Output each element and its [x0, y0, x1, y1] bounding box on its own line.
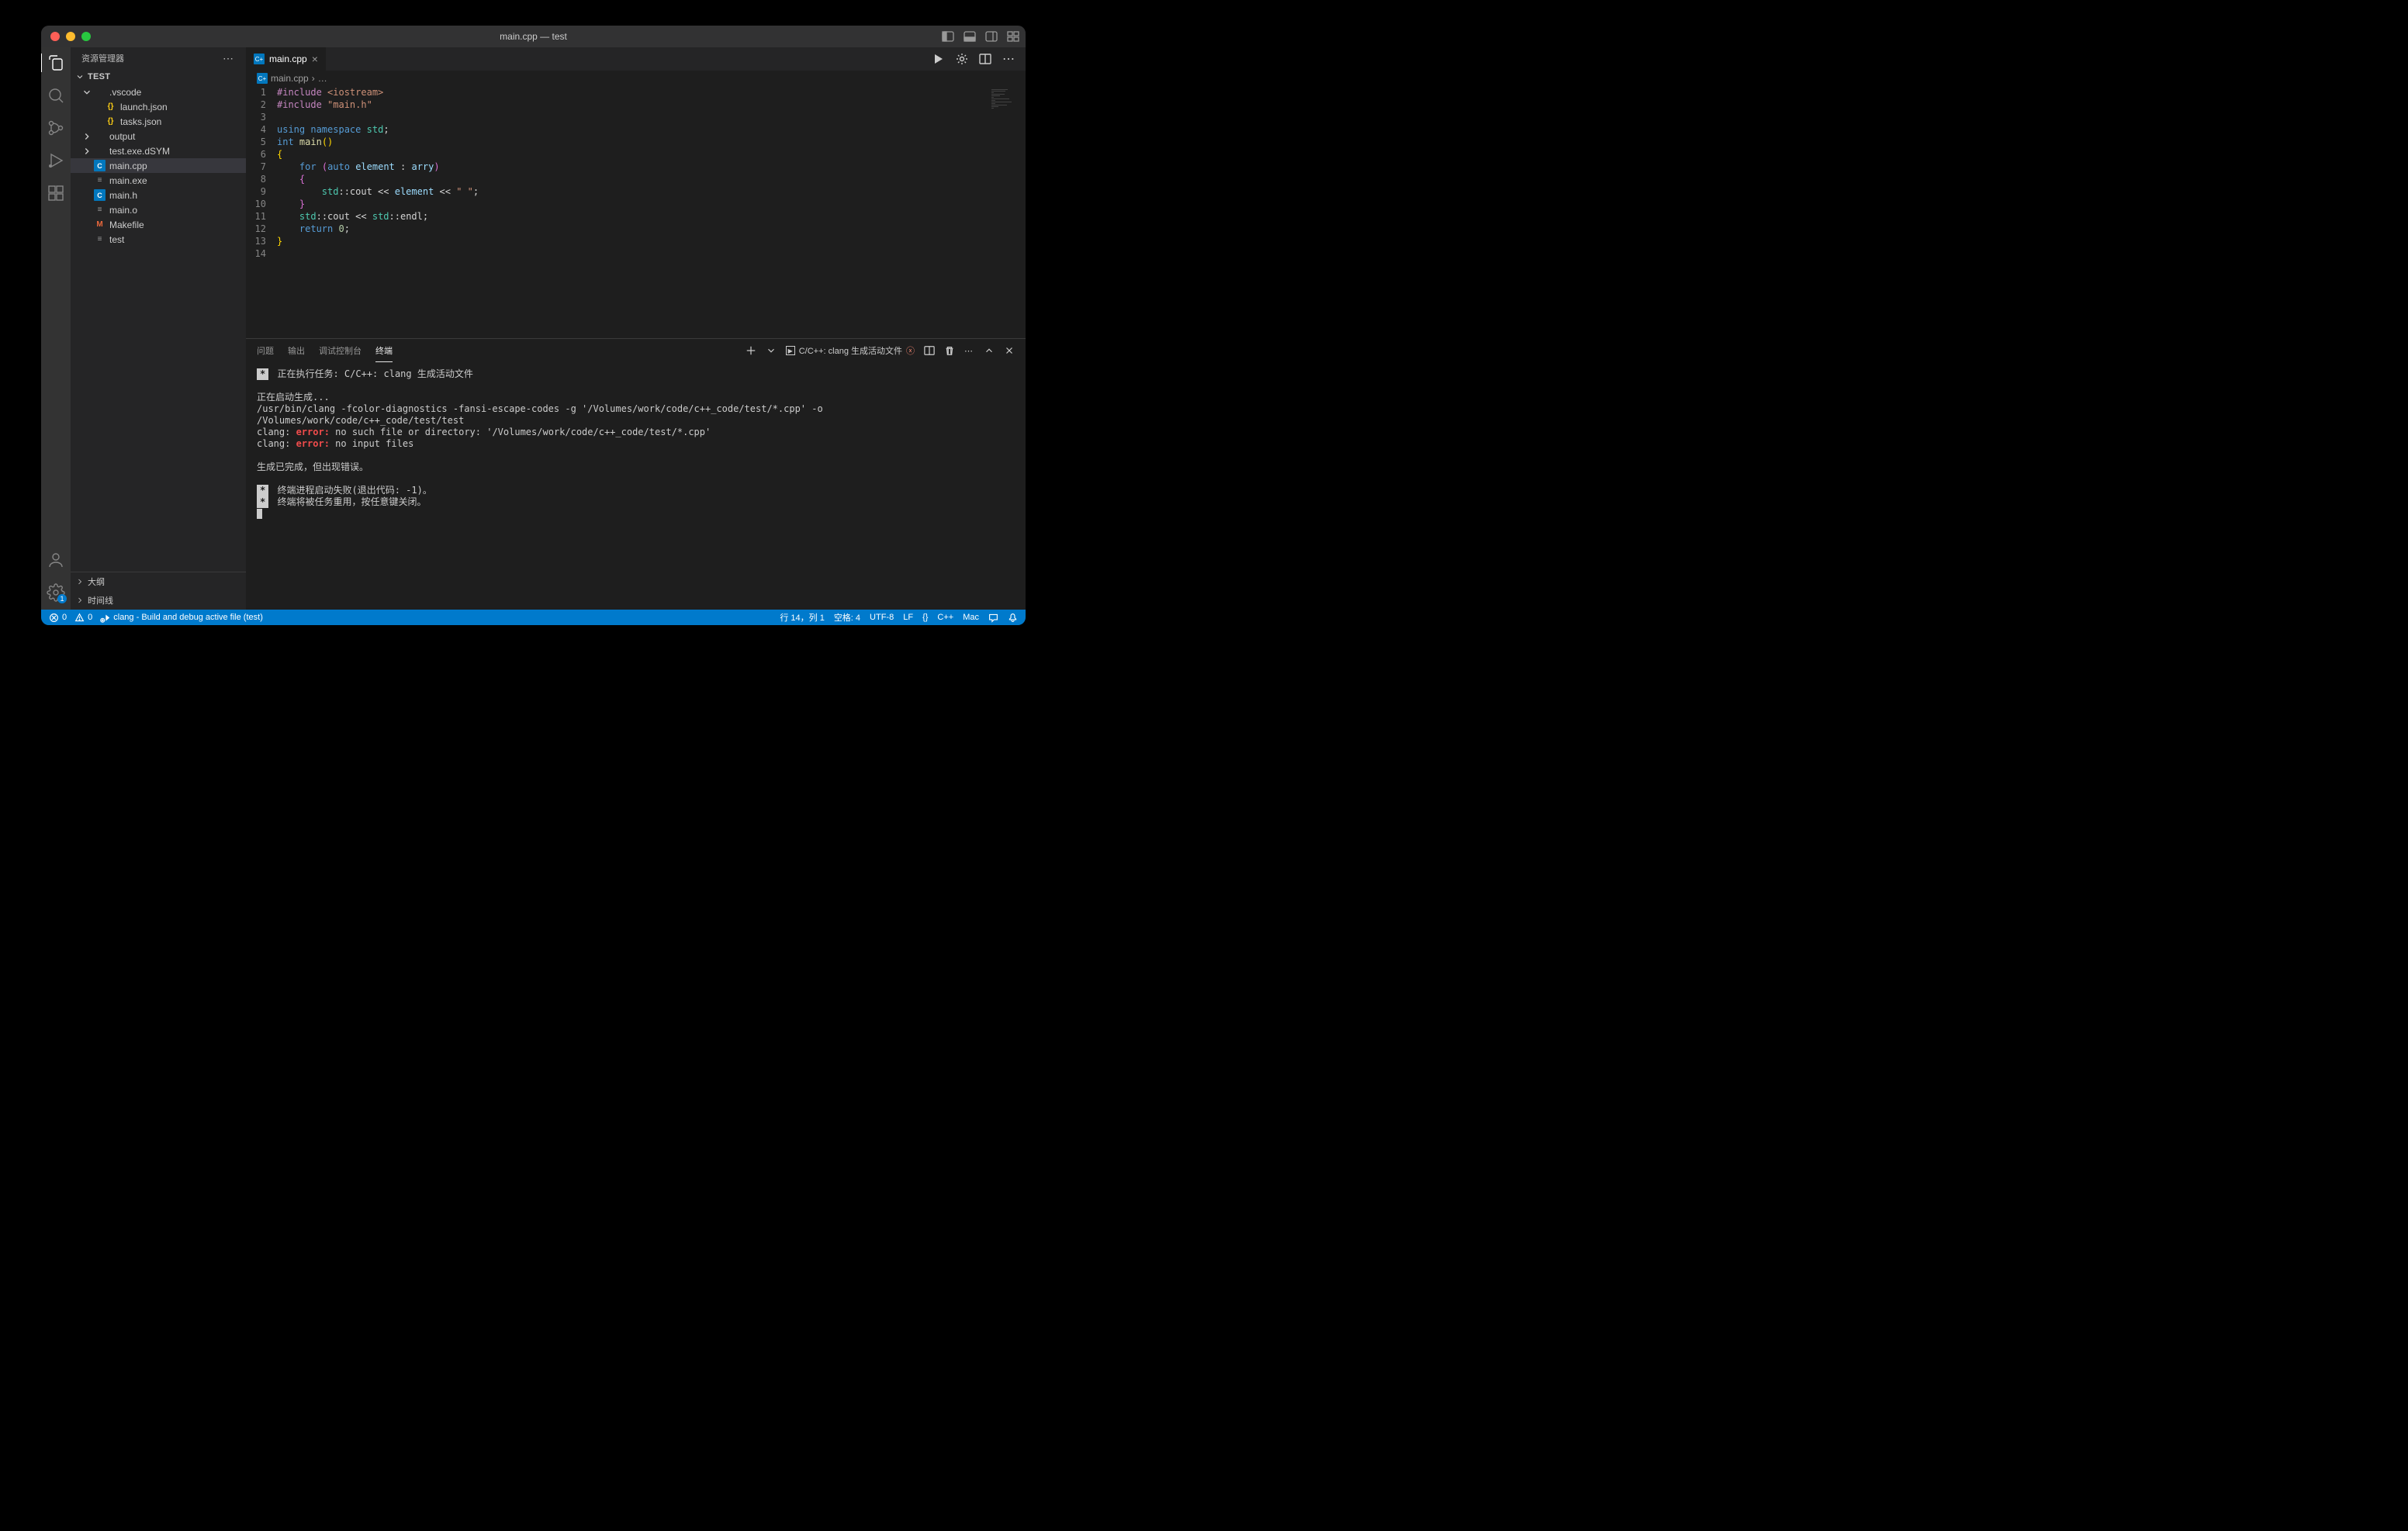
tree-item-main-h[interactable]: Cmain.h — [71, 188, 246, 202]
tree-item-launch-json[interactable]: {}launch.json — [71, 99, 246, 114]
status-os[interactable]: Mac — [963, 613, 979, 622]
run-debug-icon[interactable] — [47, 151, 65, 170]
editor-more-icon[interactable]: ⋯ — [1002, 51, 1016, 67]
extensions-icon[interactable] — [47, 184, 65, 202]
code-editor[interactable]: 1234567891011121314 #include <iostream>#… — [246, 86, 1026, 338]
tree-item-test-exe-dSYM[interactable]: test.exe.dSYM — [71, 143, 246, 158]
breadcrumb[interactable]: C+ main.cpp › … — [246, 71, 1026, 86]
explorer-sidebar: 资源管理器 ⋯ TEST .vscode{}launch.json{}tasks… — [71, 47, 246, 610]
debug-config-icon[interactable] — [956, 53, 968, 65]
outline-section[interactable]: 大纲 — [71, 572, 246, 591]
tree-item--vscode[interactable]: .vscode — [71, 85, 246, 99]
settings-gear-icon[interactable] — [47, 583, 65, 602]
project-header[interactable]: TEST — [71, 69, 246, 85]
tree-item-tasks-json[interactable]: {}tasks.json — [71, 114, 246, 129]
status-errors[interactable]: 0 — [49, 613, 67, 623]
sidebar-more-icon[interactable]: ⋯ — [223, 52, 235, 65]
editor-tabs: C+ main.cpp × ⋯ — [246, 47, 1026, 71]
minimap[interactable] — [991, 89, 1015, 112]
activity-bar — [41, 47, 71, 610]
status-bell-icon[interactable] — [1008, 613, 1018, 623]
terminal-dropdown-icon[interactable] — [766, 345, 777, 356]
tab-main-cpp[interactable]: C+ main.cpp × — [246, 47, 327, 71]
split-editor-icon[interactable] — [979, 53, 991, 65]
status-warnings[interactable]: 0 — [74, 613, 92, 623]
toggle-panel-icon[interactable] — [964, 30, 976, 43]
bottom-panel: 问题 输出 调试控制台 终端 ▶ C/C++: clang 生成活动文件 ⓧ — [246, 338, 1026, 610]
tree-item-main-exe[interactable]: ≡main.exe — [71, 173, 246, 188]
split-terminal-icon[interactable] — [924, 345, 935, 356]
terminal-output[interactable]: * 正在执行任务: C/C++: clang 生成活动文件 正在启动生成... … — [246, 362, 1026, 610]
tree-item-Makefile[interactable]: MMakefile — [71, 217, 246, 232]
close-window[interactable] — [50, 32, 60, 41]
tab-problems[interactable]: 问题 — [257, 340, 274, 361]
tree-item-test[interactable]: ≡test — [71, 232, 246, 247]
status-feedback-icon[interactable] — [988, 613, 998, 623]
timeline-section[interactable]: 时间线 — [71, 591, 246, 610]
status-bar: 0 0 clang - Build and debug active file … — [41, 610, 1026, 625]
maximize-window[interactable] — [81, 32, 91, 41]
maximize-panel-icon[interactable] — [984, 345, 995, 356]
tab-terminal[interactable]: 终端 — [375, 340, 393, 362]
kill-terminal-icon[interactable] — [944, 345, 955, 356]
task-icon: ▶ — [786, 346, 795, 355]
titlebar: main.cpp — test — [41, 26, 1026, 47]
explorer-icon[interactable] — [47, 54, 65, 72]
cpp-icon: C+ — [254, 54, 265, 64]
search-icon[interactable] — [47, 86, 65, 105]
source-control-icon[interactable] — [47, 119, 65, 137]
status-cursor-pos[interactable]: 行 14，列 1 — [780, 611, 824, 624]
close-tab-icon[interactable]: × — [312, 53, 318, 65]
run-icon[interactable] — [932, 53, 945, 65]
new-terminal-icon[interactable] — [746, 345, 756, 356]
layout-actions — [942, 30, 1019, 43]
status-braces[interactable]: {} — [922, 613, 928, 622]
status-eol[interactable]: LF — [903, 613, 913, 622]
cpp-icon: C+ — [257, 73, 268, 84]
accounts-icon[interactable] — [47, 551, 65, 569]
sidebar-title: 资源管理器 — [81, 52, 124, 64]
tree-item-main-cpp[interactable]: Cmain.cpp — [71, 158, 246, 173]
window-controls — [41, 32, 91, 41]
status-launch-config[interactable]: clang - Build and debug active file (tes… — [100, 613, 263, 623]
file-tree: .vscode{}launch.json{}tasks.jsonoutputte… — [71, 85, 246, 572]
terminal-task-label[interactable]: ▶ C/C++: clang 生成活动文件 ⓧ — [786, 344, 915, 357]
tree-item-output[interactable]: output — [71, 129, 246, 143]
vscode-window: main.cpp — test 资源管理器 ⋯ — [41, 26, 1026, 625]
status-language[interactable]: C++ — [937, 613, 953, 622]
task-error-icon[interactable]: ⓧ — [906, 344, 915, 357]
customize-layout-icon[interactable] — [1007, 30, 1019, 43]
close-panel-icon[interactable] — [1004, 345, 1015, 356]
minimize-window[interactable] — [66, 32, 75, 41]
tree-item-main-o[interactable]: ≡main.o — [71, 202, 246, 217]
toggle-primary-sidebar-icon[interactable] — [942, 30, 954, 43]
tab-output[interactable]: 输出 — [288, 340, 305, 361]
window-title: main.cpp — test — [500, 31, 567, 42]
status-spaces[interactable]: 空格: 4 — [834, 611, 860, 624]
panel-more-icon[interactable]: ⋯ — [964, 346, 974, 356]
status-encoding[interactable]: UTF-8 — [870, 613, 894, 622]
toggle-secondary-sidebar-icon[interactable] — [985, 30, 998, 43]
tab-debug-console[interactable]: 调试控制台 — [319, 340, 362, 361]
